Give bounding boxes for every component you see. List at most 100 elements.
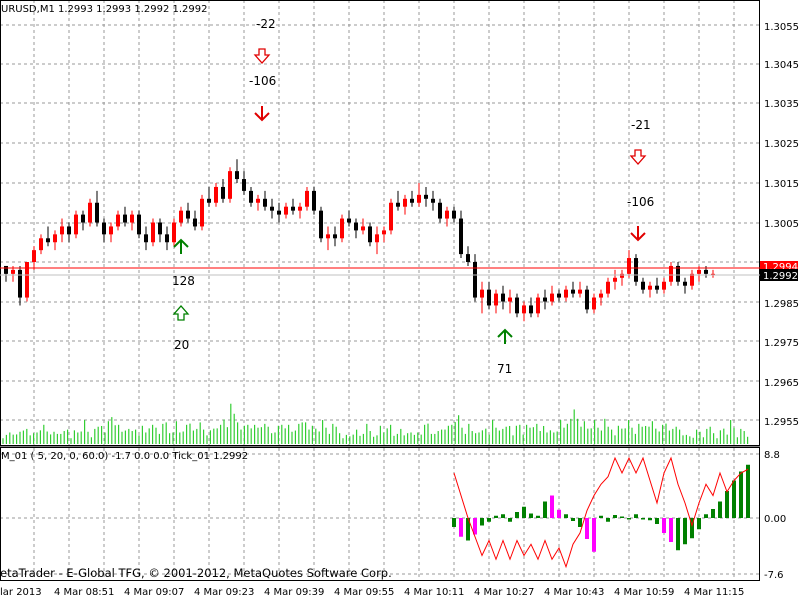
price-tick: 1.3015: [764, 179, 799, 190]
candle-body: [228, 171, 232, 199]
candle-body: [522, 305, 526, 314]
candle-body: [438, 202, 442, 219]
oscillator-bar: [746, 464, 750, 518]
candle-body: [95, 202, 99, 223]
hollow-up-arrow-icon: [172, 305, 190, 321]
candle-body: [165, 234, 169, 243]
candle-body: [249, 190, 253, 203]
oscillator-bar: [697, 518, 701, 530]
oscillator-bar: [662, 518, 666, 533]
oscillator-bar: [613, 515, 617, 518]
oscillator-bar: [732, 480, 736, 518]
candle-body: [410, 198, 414, 203]
time-tick: 4 Mar 10:59: [614, 587, 674, 598]
candle-body: [494, 293, 498, 306]
candle-body: [417, 194, 421, 203]
candle-body: [284, 206, 288, 215]
down-arrow-icon: [630, 226, 646, 242]
oscillator-bar: [508, 518, 512, 522]
price-tick: 1.2975: [764, 338, 799, 349]
candle-body: [508, 297, 512, 302]
oscillator-bar: [634, 514, 638, 518]
candle-body: [655, 285, 659, 290]
candle-body: [354, 222, 358, 231]
candle-body: [690, 273, 694, 286]
candle-body: [214, 186, 218, 203]
price-tick: 1.2965: [764, 378, 799, 389]
candle-body: [263, 198, 267, 207]
candle-body: [319, 210, 323, 239]
signal-label: 128: [172, 274, 195, 288]
up-arrow-icon: [497, 328, 513, 344]
candle-body: [704, 269, 708, 274]
time-tick: 4 Mar 09:07: [124, 587, 184, 598]
candle-body: [564, 289, 568, 298]
time-axis: lar 2013 4 Mar 08:51 4 Mar 09:07 4 Mar 0…: [0, 587, 744, 598]
oscillator-bar: [627, 518, 631, 520]
oscillator-bar: [515, 512, 519, 518]
candle-body: [599, 293, 603, 298]
candle-body: [46, 238, 50, 243]
candle-body: [193, 218, 197, 227]
candle-body: [340, 218, 344, 239]
current-price-label: 1.2992: [763, 271, 798, 282]
oscillator-bar: [494, 515, 498, 518]
oscillator-tick: -7.6: [764, 570, 784, 581]
candle-body: [620, 273, 624, 278]
oscillator-bar: [564, 514, 568, 518]
candle-body: [557, 293, 561, 298]
time-tick: 4 Mar 08:51: [54, 587, 114, 598]
oscillator-bar: [487, 518, 491, 522]
oscillator-bar: [683, 518, 687, 545]
time-tick: 4 Mar 10:11: [404, 587, 464, 598]
signal-label: 71: [497, 362, 512, 376]
candle-body: [53, 234, 57, 243]
time-tick: 4 Mar 11:15: [684, 587, 744, 598]
oscillator-bar: [536, 515, 540, 518]
time-tick: lar 2013: [0, 587, 42, 598]
candle-body: [606, 281, 610, 294]
candle-body: [333, 234, 337, 239]
candle-body: [277, 210, 281, 215]
oscillator-bar: [578, 518, 582, 527]
candle-body: [375, 234, 379, 243]
oscillator-bar: [522, 506, 526, 518]
candle-body: [298, 206, 302, 211]
candle-body: [536, 297, 540, 314]
candle-body: [550, 293, 554, 302]
candle-body: [515, 297, 519, 314]
candle-body: [74, 214, 78, 235]
time-tick: 4 Mar 09:23: [194, 587, 254, 598]
candle-body: [123, 214, 127, 223]
chart-canvas[interactable]: 1.3055 1.3045 1.3035 1.3025 1.3015 1.300…: [0, 0, 800, 600]
candle-body: [473, 262, 477, 298]
candle-body: [368, 226, 372, 243]
oscillator-bar: [655, 518, 659, 524]
candle-body: [543, 297, 547, 302]
metatrader-chart-window[interactable]: 1.3055 1.3045 1.3035 1.3025 1.3015 1.300…: [0, 0, 800, 600]
candle-body: [347, 218, 351, 223]
grid: [0, 0, 760, 580]
candle-body: [242, 179, 246, 191]
candle-body: [291, 206, 295, 211]
price-tick: 1.3055: [764, 22, 799, 33]
candle-body: [452, 210, 456, 219]
candle-body: [151, 222, 155, 243]
candle-body: [459, 218, 463, 255]
candle-body: [32, 250, 36, 262]
candle-body: [641, 281, 645, 290]
signal-label: 20: [174, 338, 189, 352]
oscillator-bar: [550, 495, 554, 518]
hollow-down-arrow-icon: [629, 149, 647, 165]
oscillator-bar: [676, 518, 680, 551]
candle-body: [116, 214, 120, 227]
candle-body: [578, 289, 582, 294]
candle-body: [235, 171, 239, 180]
candle-body: [326, 234, 330, 239]
candle-body: [312, 190, 316, 211]
candle-body: [466, 254, 470, 262]
candle-body: [529, 305, 533, 314]
candle-body: [109, 226, 113, 235]
oscillator-bar: [571, 518, 575, 521]
candle-body: [382, 230, 386, 235]
